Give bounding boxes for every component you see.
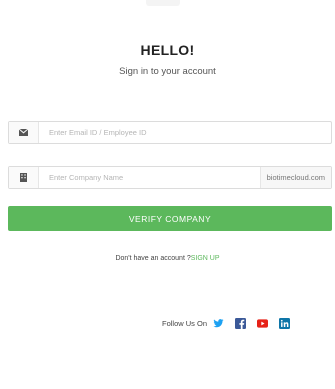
social-follow: Follow Us On bbox=[162, 316, 291, 330]
envelope-icon bbox=[9, 122, 39, 143]
building-icon bbox=[9, 167, 39, 188]
linkedin-icon[interactable] bbox=[279, 317, 291, 329]
email-input[interactable] bbox=[39, 122, 331, 143]
signup-link[interactable]: SIGN UP bbox=[191, 255, 220, 262]
page-subtitle: Sign in to your account bbox=[119, 66, 216, 77]
company-name-input[interactable] bbox=[39, 167, 260, 188]
signup-prompt: Don't have an account ? bbox=[115, 255, 191, 262]
top-logo-tab bbox=[146, 0, 180, 6]
twitter-icon[interactable] bbox=[213, 318, 224, 329]
company-field-group: biotimecloud.com bbox=[8, 166, 332, 189]
signup-line: Don't have an account ?SIGN UP bbox=[0, 255, 335, 262]
page-title: HELLO! bbox=[140, 42, 195, 58]
verify-company-button[interactable]: VERIFY COMPANY bbox=[8, 206, 332, 231]
domain-suffix: biotimecloud.com bbox=[259, 167, 331, 188]
youtube-icon[interactable] bbox=[257, 318, 269, 329]
email-field-group bbox=[8, 121, 332, 144]
facebook-icon[interactable] bbox=[235, 317, 247, 329]
follow-label: Follow Us On bbox=[162, 318, 208, 328]
